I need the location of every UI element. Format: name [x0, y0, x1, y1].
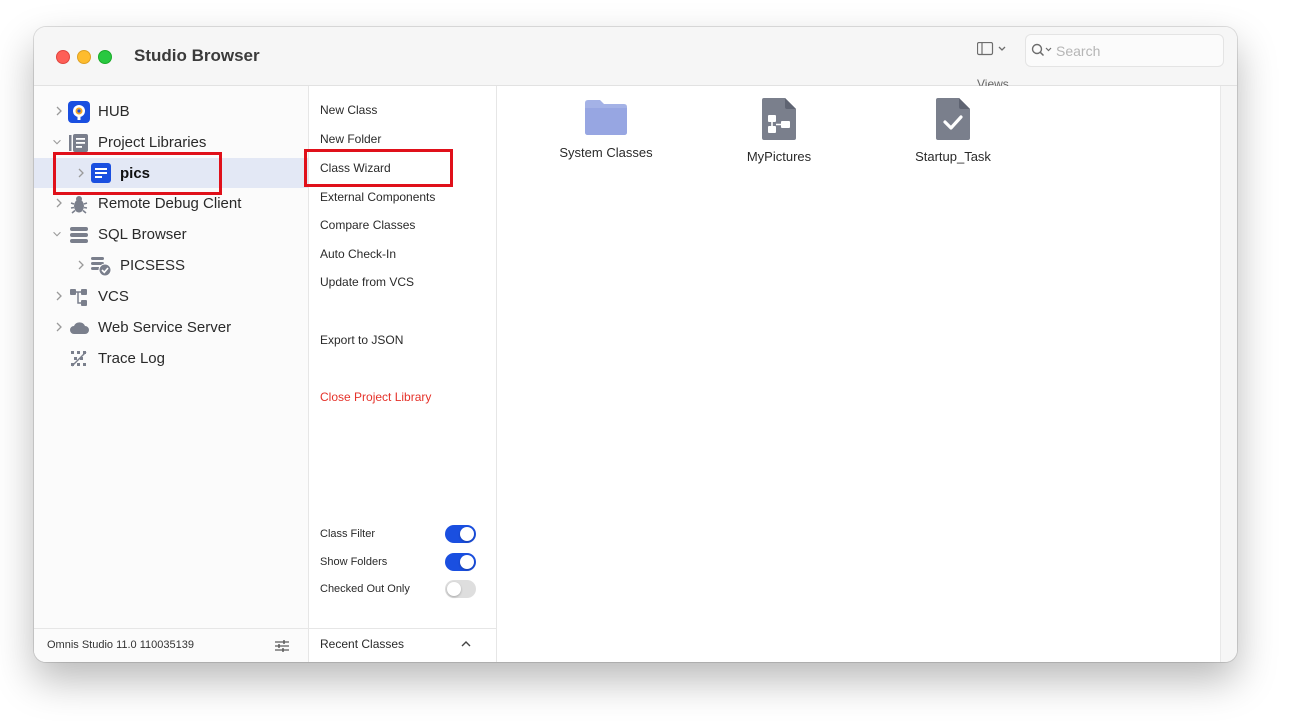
views-button[interactable]: Views	[972, 37, 1014, 91]
class-filter-toggle-row: Class Filter	[320, 525, 486, 545]
tree-item-web-service-server[interactable]: Web Service Server	[34, 313, 308, 341]
sliders-icon[interactable]	[274, 638, 290, 654]
bug-icon	[70, 196, 88, 214]
zoom-window-button[interactable]	[98, 50, 112, 64]
library-icon	[69, 134, 88, 152]
search-icon	[1031, 43, 1052, 57]
chevron-down-icon[interactable]	[51, 135, 63, 149]
class-wizard-action[interactable]: Class Wizard	[320, 161, 391, 175]
switch-knob	[460, 555, 474, 569]
sidebar-layout-icon	[977, 42, 1006, 56]
tree-item-label: pics	[120, 165, 151, 182]
class-label: Startup_Task	[915, 149, 991, 164]
document-icon	[91, 163, 111, 183]
chevron-right-icon[interactable]	[53, 104, 65, 118]
compare-classes-action[interactable]: Compare Classes	[320, 218, 415, 232]
tree-item-trace-log[interactable]: Trace Log	[34, 344, 308, 372]
tree-item-project-libraries[interactable]: Project Libraries	[34, 128, 308, 156]
action-panel: New Class New Folder Class Wizard Extern…	[309, 86, 497, 662]
show-folders-switch[interactable]	[445, 553, 476, 571]
flow-document-icon	[762, 98, 796, 140]
class-content-panel: System Classes MyPictures Startup_Task	[497, 86, 1220, 662]
chevron-right-icon[interactable]	[75, 166, 87, 180]
tree-item-hub[interactable]: HUB	[34, 97, 308, 125]
tree-item-vcs[interactable]: VCS	[34, 282, 308, 310]
title-bar: Studio Browser Views	[34, 27, 1237, 91]
search-field[interactable]	[1025, 34, 1224, 67]
toggle-label: Class Filter	[320, 528, 376, 540]
external-components-action[interactable]: External Components	[320, 190, 435, 204]
database-icon	[70, 227, 88, 243]
checked-out-only-switch[interactable]	[445, 580, 476, 598]
search-input[interactable]	[1054, 40, 1218, 62]
tree-item-label: Project Libraries	[98, 134, 207, 151]
folder-icon	[585, 100, 627, 135]
tree-item-picsess[interactable]: PICSESS	[34, 251, 308, 279]
class-item-startup-task[interactable]: Startup_Task	[883, 97, 1023, 164]
chevron-right-icon[interactable]	[53, 289, 65, 303]
tree-item-remote-debug-client[interactable]: Remote Debug Client	[34, 189, 308, 217]
toggle-label: Checked Out Only	[320, 583, 410, 595]
class-label: System Classes	[559, 145, 653, 160]
chevron-down-icon[interactable]	[51, 227, 63, 241]
chevron-right-icon[interactable]	[53, 320, 65, 334]
class-item-mypictures[interactable]: MyPictures	[709, 97, 849, 164]
switch-knob	[460, 527, 474, 541]
minimize-window-button[interactable]	[77, 50, 91, 64]
class-label: MyPictures	[746, 149, 812, 164]
tree-item-label: Trace Log	[98, 350, 165, 367]
switch-knob	[447, 582, 461, 596]
tree-item-label: VCS	[98, 288, 129, 305]
tree-item-pics[interactable]: pics	[34, 158, 308, 188]
export-to-json-action[interactable]: Export to JSON	[320, 333, 403, 347]
cloud-icon	[70, 322, 89, 334]
new-folder-action[interactable]: New Folder	[320, 132, 381, 146]
class-item-system-classes[interactable]: System Classes	[536, 97, 676, 160]
close-window-button[interactable]	[56, 50, 70, 64]
tree-item-sql-browser[interactable]: SQL Browser	[34, 220, 308, 248]
session-icon	[91, 257, 112, 277]
close-project-library-action[interactable]: Close Project Library	[320, 390, 431, 404]
vcs-icon	[70, 289, 87, 306]
hub-icon	[68, 101, 90, 123]
tree-item-label: Web Service Server	[98, 319, 232, 336]
show-folders-toggle-row: Show Folders	[320, 553, 486, 573]
trace-icon	[71, 351, 87, 367]
toggle-label: Show Folders	[320, 556, 388, 568]
task-document-icon	[936, 98, 970, 140]
new-class-action[interactable]: New Class	[320, 103, 377, 117]
tree-item-label: HUB	[98, 103, 130, 120]
tree-item-label: SQL Browser	[98, 226, 187, 243]
scrollbar-track[interactable]	[1220, 86, 1237, 662]
recent-classes-label: Recent Classes	[320, 637, 405, 651]
window-title: Studio Browser	[134, 46, 260, 65]
auto-check-in-action[interactable]: Auto Check-In	[320, 247, 396, 261]
tree-item-label: Remote Debug Client	[98, 195, 242, 212]
update-from-vcs-action[interactable]: Update from VCS	[320, 275, 414, 289]
tree-footer: Omnis Studio 11.0 110035139	[34, 628, 308, 662]
chevron-right-icon[interactable]	[53, 196, 65, 210]
checked-out-only-toggle-row: Checked Out Only	[320, 580, 486, 600]
recent-classes-bar[interactable]: Recent Classes	[309, 628, 496, 662]
chevron-up-icon[interactable]	[460, 639, 472, 649]
class-filter-switch[interactable]	[445, 525, 476, 543]
tree-item-label: PICSESS	[120, 257, 186, 274]
tree-panel: HUB Project Libraries pics Remote Debug …	[34, 86, 309, 662]
version-label: Omnis Studio 11.0 110035139	[47, 639, 194, 651]
studio-browser-window: Studio Browser Views Search HUB Project …	[34, 27, 1237, 662]
chevron-right-icon[interactable]	[75, 258, 87, 272]
